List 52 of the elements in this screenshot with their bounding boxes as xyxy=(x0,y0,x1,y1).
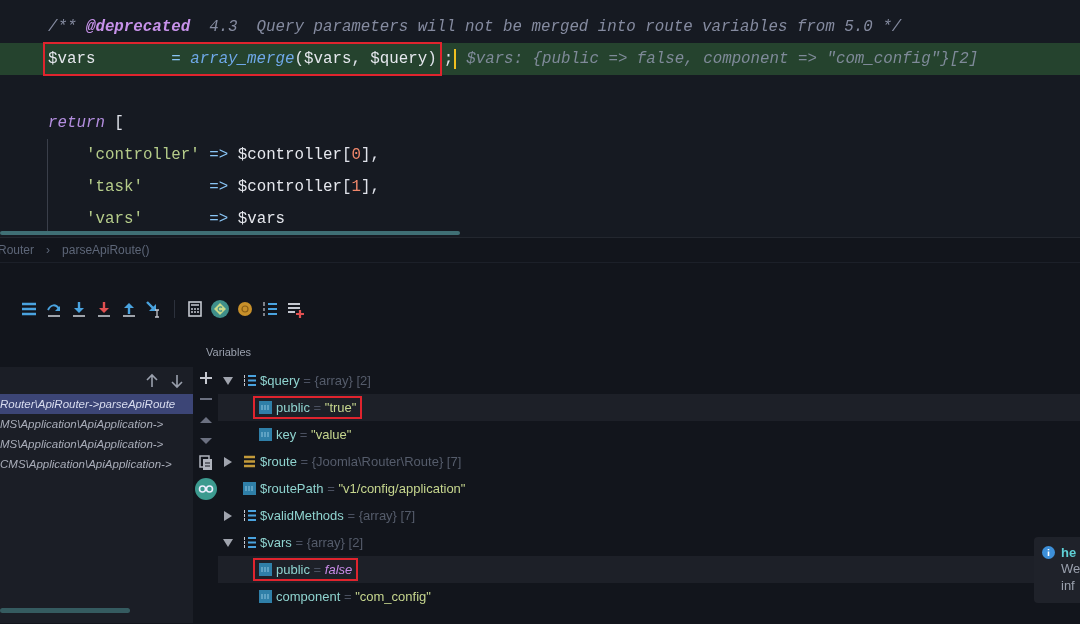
up-arrow-icon[interactable] xyxy=(120,300,138,318)
variable-entry[interactable]: key = "value" xyxy=(276,427,352,442)
glasses-icon[interactable] xyxy=(194,478,217,500)
notification-text: We xyxy=(1061,560,1080,577)
value-icon xyxy=(259,563,272,576)
value-icon xyxy=(243,482,256,495)
code-line: 'controller' => $controller[0], xyxy=(0,139,1080,171)
calculator-icon[interactable] xyxy=(186,300,204,318)
code-line: return [ xyxy=(47,113,125,134)
add-icon[interactable] xyxy=(198,371,213,385)
numbered-list-icon[interactable] xyxy=(261,300,279,318)
down-arrow-icon[interactable] xyxy=(95,300,113,318)
collapse-arrow-icon[interactable] xyxy=(223,375,233,386)
code-line: /** @deprecated 4.3 Query parameters will not be merged into route variables from 5.0 */ xyxy=(47,17,903,38)
stack-frame[interactable]: Router\ApiRouter->parseApiRoute xyxy=(0,394,193,414)
array-icon xyxy=(243,509,256,522)
notification-text: inf xyxy=(1061,577,1076,594)
variable-entry[interactable]: $validMethods = {array} [7] xyxy=(260,508,416,523)
code-line: 'task' => $controller[1], xyxy=(0,171,1080,203)
value-icon xyxy=(259,428,272,441)
variable-entry[interactable]: $query = {array} [2] xyxy=(260,373,371,388)
down-arrow-icon[interactable] xyxy=(70,300,88,318)
variable-entry[interactable]: $vars = {array} [2] xyxy=(260,535,363,550)
collapse-arrow-icon[interactable] xyxy=(223,537,233,548)
variable-entry[interactable]: $route = {Joomla\Router\Route} [7] xyxy=(260,454,462,469)
variable-entry[interactable]: $routePath = "v1/config/application" xyxy=(260,481,466,496)
lines-icon[interactable] xyxy=(20,300,38,318)
add-list-icon[interactable] xyxy=(286,300,304,318)
copy-icon[interactable] xyxy=(198,455,213,471)
value-icon xyxy=(259,590,272,603)
object-icon xyxy=(243,455,256,468)
array-icon xyxy=(243,536,256,549)
expand-arrow-icon[interactable] xyxy=(223,510,233,521)
horizontal-scrollbar[interactable] xyxy=(0,231,460,235)
disc-icon[interactable] xyxy=(236,300,254,318)
stack-frame[interactable]: CMS\Application\ApiApplication-> xyxy=(0,454,172,474)
array-icon xyxy=(243,374,256,387)
variable-entry[interactable]: component = "com_config" xyxy=(276,589,431,604)
c-circle-icon[interactable] xyxy=(211,300,229,318)
up-arrow-icon[interactable] xyxy=(144,372,160,389)
stack-frame[interactable]: MS\Application\ApiApplication-> xyxy=(0,414,164,434)
info-icon xyxy=(1042,546,1055,559)
value-icon xyxy=(259,401,272,414)
down-arrow-icon[interactable] xyxy=(169,372,185,389)
expand-arrow-icon[interactable] xyxy=(223,456,233,467)
variable-entry[interactable]: public = false xyxy=(276,562,353,577)
notification-title: he xyxy=(1061,545,1077,560)
stack-frame[interactable]: MS\Application\ApiApplication-> xyxy=(0,434,164,454)
panel-title: Variables xyxy=(205,345,253,360)
variable-entry[interactable]: public = "true" xyxy=(276,400,357,415)
horizontal-scrollbar[interactable] xyxy=(0,608,130,613)
breadcrumb-separator: › xyxy=(46,243,51,257)
